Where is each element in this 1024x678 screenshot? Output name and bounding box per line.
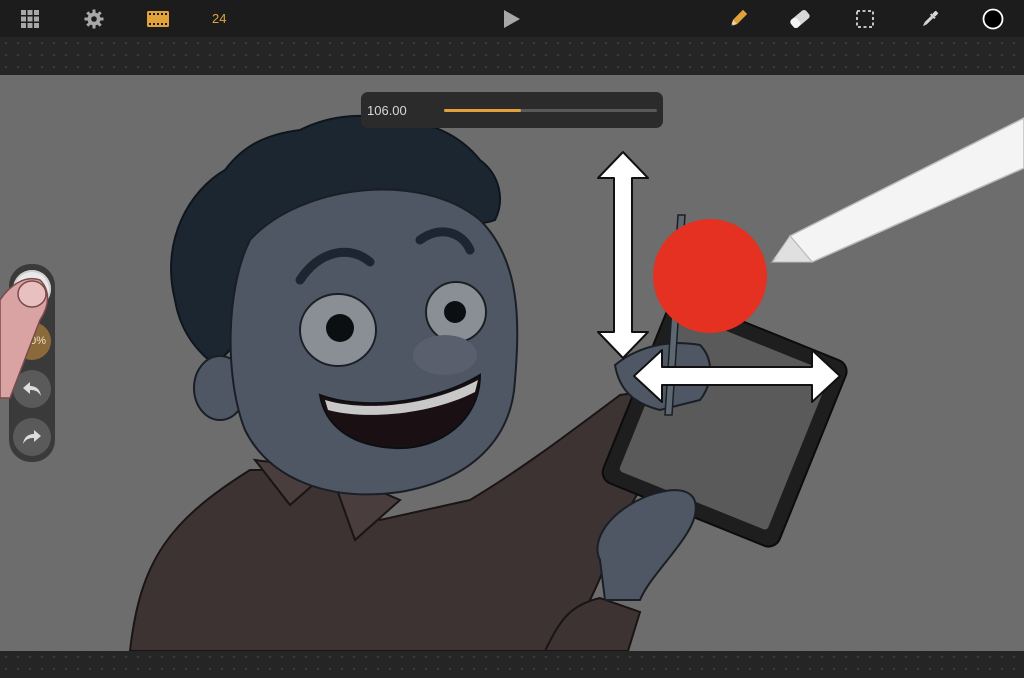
timeline-strip[interactable] bbox=[0, 37, 1024, 75]
brush-size-popup[interactable]: 106.00 bbox=[361, 92, 663, 128]
brush-size-value: 106.00 bbox=[367, 103, 407, 118]
opacity-label: 100% bbox=[17, 335, 47, 347]
color-swatch[interactable] bbox=[980, 6, 1006, 32]
side-panel: 100% bbox=[9, 264, 55, 462]
undo-button[interactable] bbox=[13, 370, 51, 408]
eyedropper-icon[interactable] bbox=[917, 6, 943, 32]
drawing-canvas[interactable] bbox=[0, 75, 1024, 651]
redo-icon bbox=[23, 430, 41, 444]
redo-button[interactable] bbox=[13, 418, 51, 456]
brush-size-slider[interactable] bbox=[444, 109, 657, 112]
grid-icon[interactable] bbox=[17, 6, 43, 32]
gear-icon[interactable] bbox=[81, 6, 107, 32]
top-toolbar: 24 bbox=[0, 0, 1024, 37]
pencil-icon[interactable] bbox=[725, 6, 751, 32]
slider-fill bbox=[444, 109, 521, 112]
undo-icon bbox=[23, 382, 41, 396]
film-icon[interactable] bbox=[145, 6, 171, 32]
eraser-icon[interactable] bbox=[787, 6, 813, 32]
bottom-strip bbox=[0, 651, 1024, 678]
brush-size-button[interactable] bbox=[13, 270, 51, 308]
frame-count[interactable]: 24 bbox=[212, 11, 226, 26]
character-drawing bbox=[128, 115, 848, 651]
selection-icon[interactable] bbox=[852, 6, 878, 32]
play-icon[interactable] bbox=[499, 6, 525, 32]
opacity-button[interactable]: 100% bbox=[13, 322, 51, 360]
